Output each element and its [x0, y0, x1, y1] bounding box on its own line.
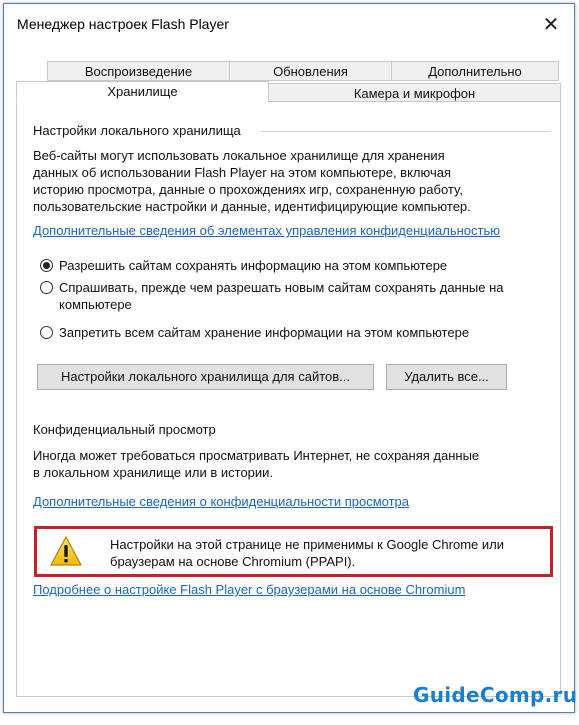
radio-button[interactable] — [40, 259, 53, 272]
storage-description-line: данных об использовании Flash Player на … — [33, 165, 452, 180]
warning-box: Настройки на этой странице не применимы … — [34, 526, 553, 577]
radio-button[interactable] — [40, 281, 53, 294]
radio-allow-storage[interactable]: Разрешить сайтам сохранять информацию на… — [40, 257, 447, 274]
radio-label-line: Спрашивать, прежде чем разрешать новым с… — [59, 280, 504, 295]
flash-settings-window: Менеджер настроек Flash Player ✕ Воспрои… — [3, 3, 575, 713]
site-storage-settings-button[interactable]: Настройки локального хранилища для сайто… — [37, 364, 374, 390]
chromium-settings-link[interactable]: Подробнее о настройке Flash Player с бра… — [33, 582, 465, 597]
tab-updates[interactable]: Обновления — [229, 61, 392, 81]
private-browsing-description-line: в локальном хранилище или в истории. — [33, 465, 274, 480]
tab-storage[interactable]: Хранилище — [16, 81, 269, 103]
radio-label: Разрешить сайтам сохранять информацию на… — [59, 258, 448, 273]
privacy-controls-link[interactable]: Дополнительные сведения об элементах упр… — [33, 223, 500, 238]
storage-description-line: пользовательские настройки и данные, иде… — [33, 199, 471, 214]
radio-label-line: компьютере — [59, 297, 132, 312]
warning-text-line: Настройки на этой странице не применимы … — [110, 537, 504, 552]
storage-group-title: Настройки локального хранилища — [33, 123, 241, 138]
storage-description-line: Веб-сайты могут использовать локальное х… — [33, 148, 445, 163]
radio-block-storage[interactable]: Запретить всем сайтам хранение информаци… — [40, 324, 469, 341]
tab-advanced[interactable]: Дополнительно — [391, 61, 559, 81]
close-icon[interactable]: ✕ — [528, 4, 574, 44]
tab-camera-mic[interactable]: Камера и микрофон — [268, 83, 561, 103]
private-browsing-description-line: Иногда может требоваться просматривать И… — [33, 448, 480, 463]
delete-all-button[interactable]: Удалить все... — [386, 364, 507, 390]
storage-group-divider — [260, 131, 551, 132]
warning-text-line: браузерам на основе Chromium (PPAPI). — [110, 554, 356, 569]
warning-triangle-icon — [49, 535, 83, 570]
radio-ask-storage[interactable]: Спрашивать, прежде чем разрешать новым с… — [40, 279, 504, 313]
tab-playback[interactable]: Воспроизведение — [47, 61, 230, 81]
storage-description: Веб-сайты могут использовать локальное х… — [33, 147, 471, 215]
radio-button[interactable] — [40, 326, 53, 339]
watermark: GuideComp.ru — [413, 683, 578, 707]
private-browsing-description: Иногда может требоваться просматривать И… — [33, 447, 479, 481]
window-title: Менеджер настроек Flash Player — [17, 16, 229, 32]
title-bar: Менеджер настроек Flash Player ✕ — [4, 4, 574, 44]
radio-label: Спрашивать, прежде чем разрешать новым с… — [59, 279, 504, 313]
private-browsing-title: Конфиденциальный просмотр — [33, 422, 216, 437]
warning-text: Настройки на этой странице не применимы … — [110, 536, 504, 570]
private-browsing-link[interactable]: Дополнительные сведения о конфиденциальн… — [33, 494, 409, 509]
radio-label: Запретить всем сайтам хранение информаци… — [59, 325, 470, 340]
storage-description-line: историю просмотра, данные о прохождениях… — [33, 182, 463, 197]
